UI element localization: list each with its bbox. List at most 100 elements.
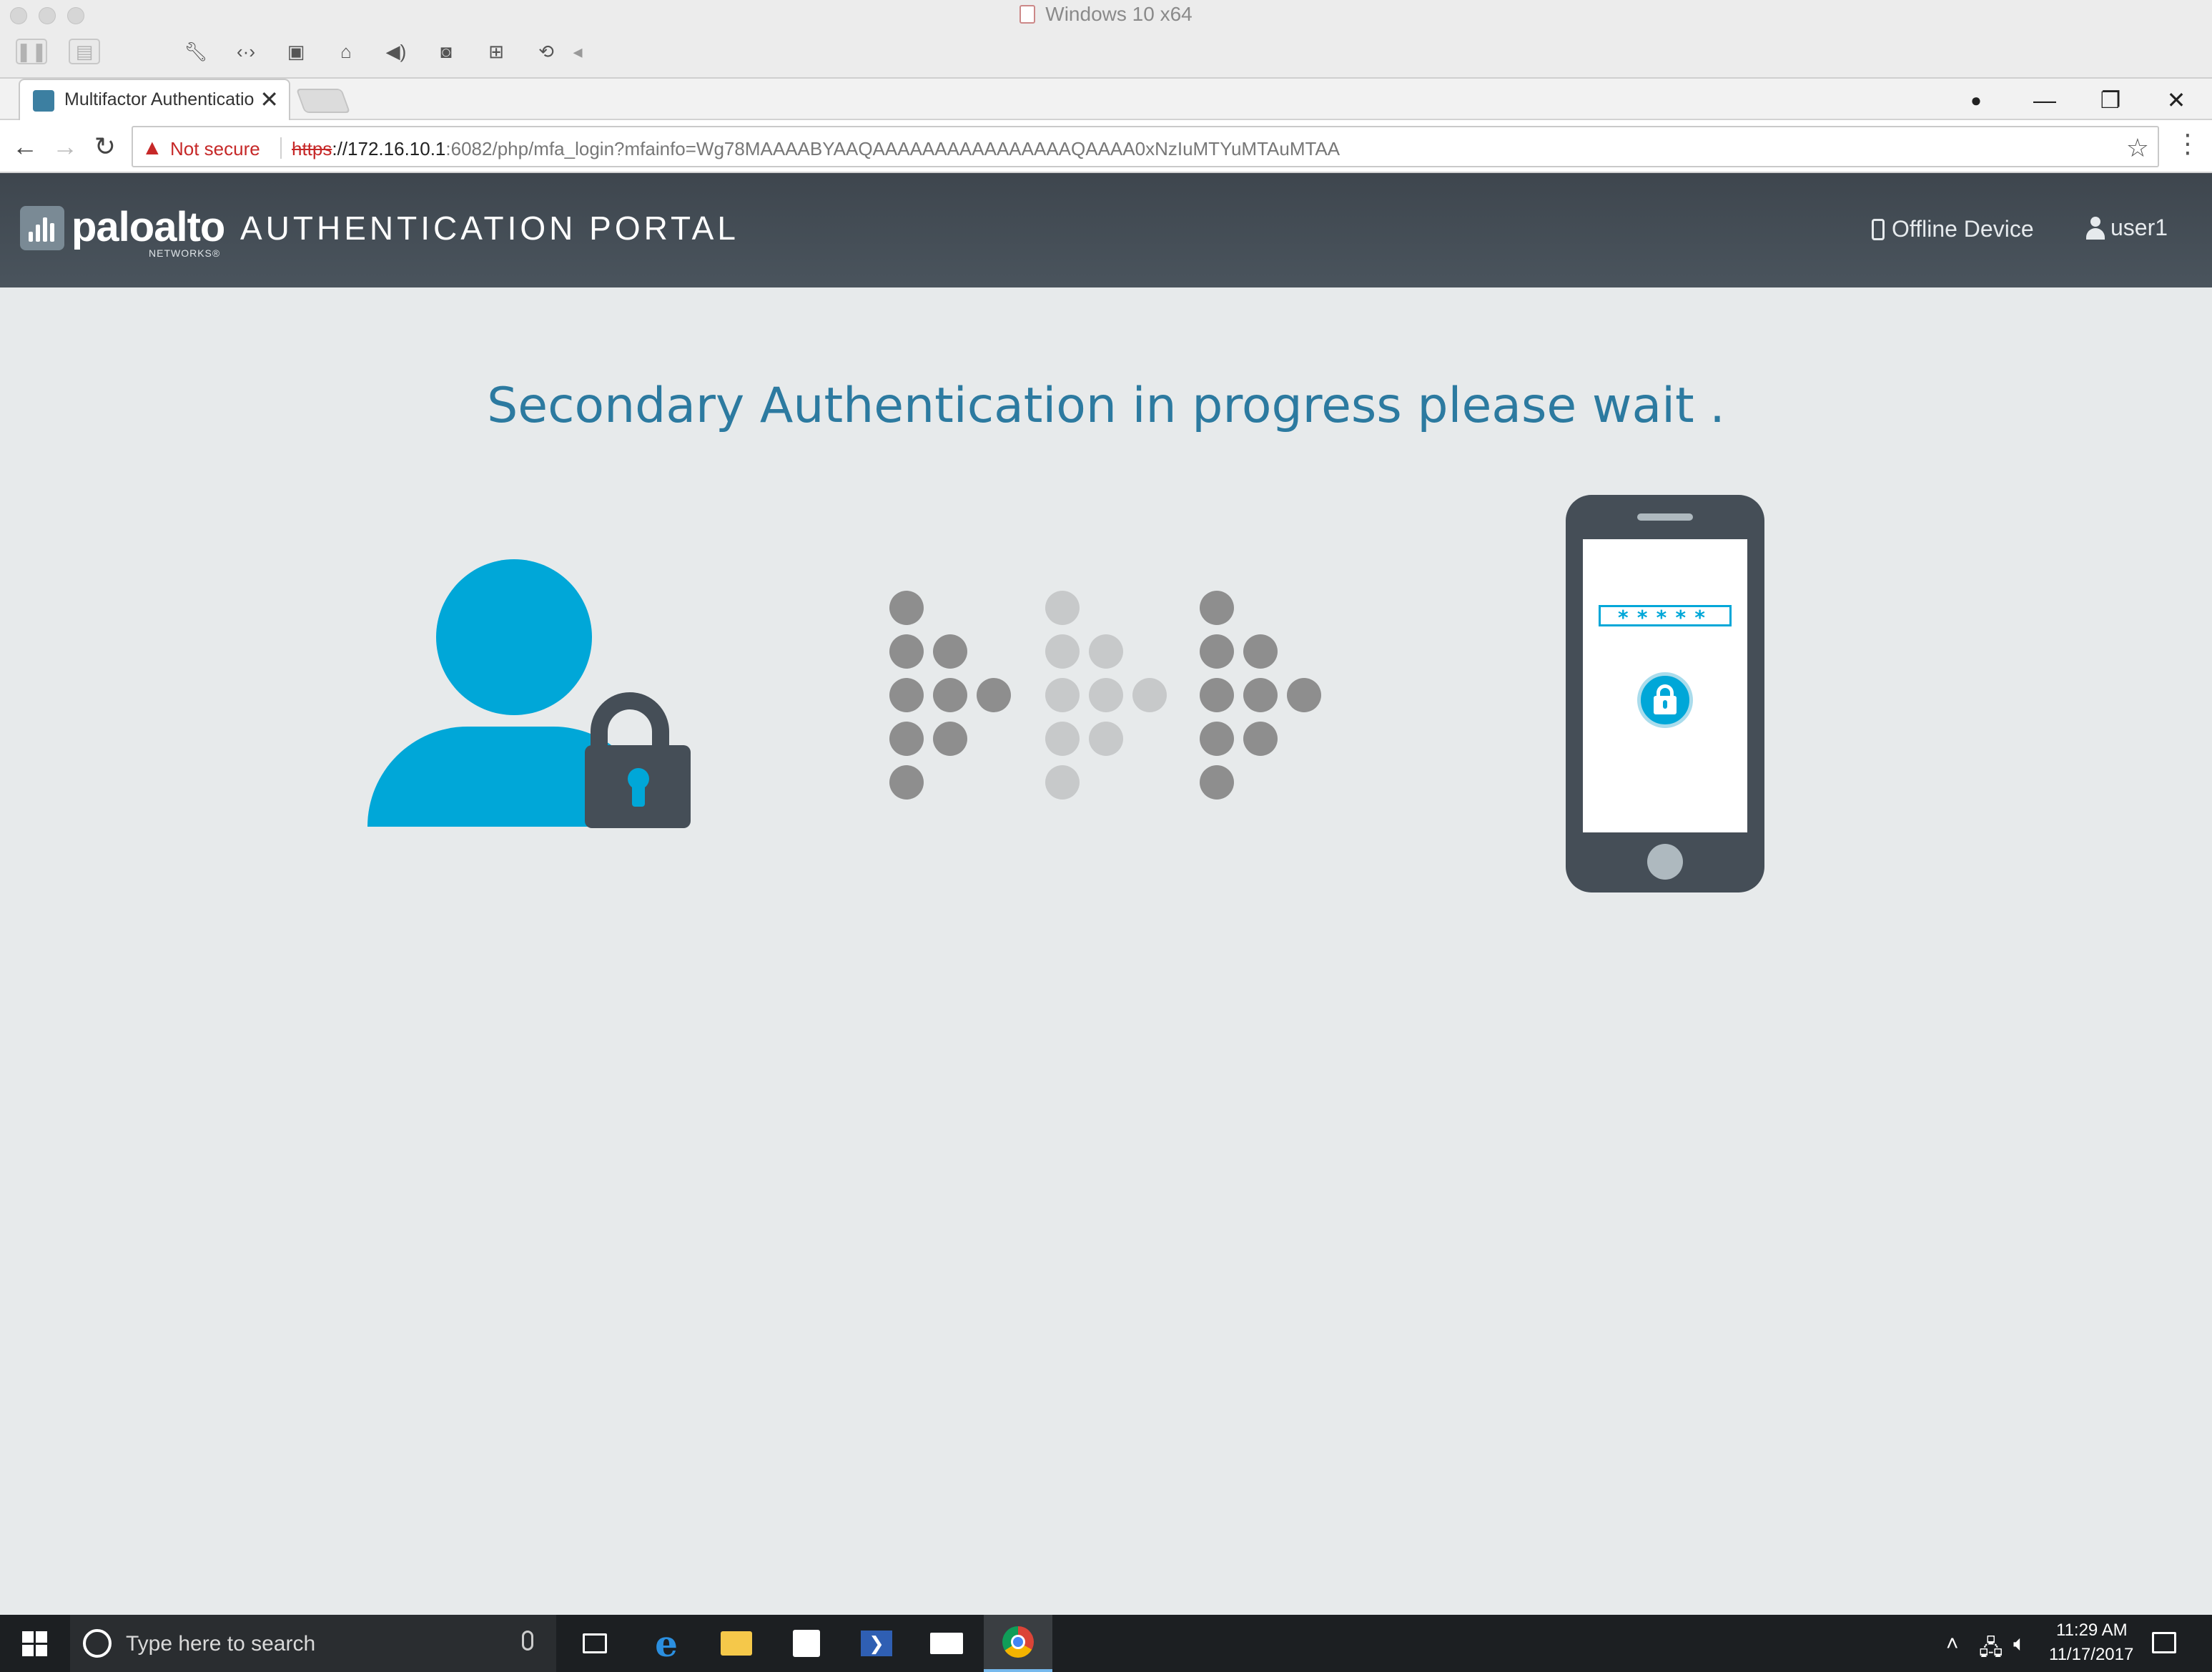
progress-dot [1045,678,1080,712]
progress-dot [933,678,967,712]
edge-icon[interactable]: e [632,1615,701,1672]
security-indicator[interactable]: Not secure [170,138,260,160]
username: user1 [2110,215,2168,240]
progress-dot [1243,722,1278,756]
progress-arrow-icon [1200,591,1343,805]
settings-wrench-icon[interactable]: 🔧︎ [180,39,212,64]
mail-icon[interactable] [912,1615,981,1672]
close-icon[interactable]: ✕ [2155,84,2198,116]
logo-subtext: NETWORKS® [149,247,221,259]
progress-dot [889,634,924,669]
powershell-icon[interactable]: ❯ [842,1615,911,1672]
progress-dot [1243,678,1278,712]
lock-icon [1637,672,1693,728]
progress-dot [1045,591,1080,625]
profile-icon[interactable]: ● [1955,84,1998,116]
portal-title: AUTHENTICATION PORTAL [240,210,739,247]
progress-dot [1200,591,1234,625]
vm-window-bar: Windows 10 x64 ❚❚ ▤ 🔧︎ ‹·› ▣ ⌂ ◀) ◙ ⊞ ⟲ … [0,0,2212,79]
progress-dot [889,678,924,712]
bookmark-star-icon[interactable]: ☆ [2126,133,2149,163]
browser-menu-icon[interactable]: ⋮ [2173,129,2202,159]
windows-logo-icon [21,1631,47,1656]
snapshot-icon[interactable]: ▤ [69,39,100,64]
progress-dot [1045,634,1080,669]
search-placeholder: Type here to search [126,1632,316,1656]
hdd-icon[interactable]: ▣ [280,39,312,64]
restore-icon[interactable]: ❐ [2089,84,2132,116]
offline-device-label: Offline Device [1892,216,2034,242]
mobile-phone-icon: ***** [1566,495,1764,892]
start-button[interactable] [0,1615,69,1672]
pause-icon[interactable]: ❚❚ [16,39,47,64]
progress-dot [889,591,924,625]
mobile-phone-icon [1872,219,1885,240]
taskbar-search[interactable]: Type here to search [70,1615,556,1672]
chevron-up-icon[interactable]: ˄ [1946,1632,1959,1656]
progress-dot [1045,765,1080,800]
progress-dot [933,722,967,756]
progress-dot [1200,678,1234,712]
file-explorer-icon[interactable] [702,1615,771,1672]
paloalto-logo-icon [20,206,64,250]
sound-icon[interactable]: ◀) [380,39,412,64]
microphone-icon[interactable] [522,1631,533,1651]
cortana-icon [83,1629,112,1658]
camera-icon[interactable]: ◙ [430,39,462,64]
volume-icon[interactable]: 🔈︎ [2013,1632,2026,1656]
warning-icon: ▲ [142,136,163,159]
collapse-arrow-icon[interactable]: ◂ [569,39,586,64]
action-center-icon[interactable] [2152,1632,2176,1653]
progress-arrow-icon [1045,591,1188,805]
chrome-icon[interactable] [984,1615,1052,1672]
task-view-icon[interactable] [561,1615,629,1672]
progress-dot [1200,765,1234,800]
minimize-icon[interactable]: — [2023,84,2066,116]
progress-dot [1089,722,1123,756]
clock-date[interactable]: 11/17/2017 [2049,1645,2133,1665]
tab-strip: Multifactor Authenticatio ✕ ● — ❐ ✕ [0,79,2212,120]
network-icon[interactable]: 🖧︎ [1979,1632,2003,1668]
back-icon[interactable]: ← [7,129,43,164]
progress-arrow-icon [889,591,1032,805]
user-menu[interactable]: user1 [2085,215,2168,241]
progress-dot [1243,634,1278,669]
browser-toolbar: ← → ↻ ▲ Not secure https://172.16.10.1:6… [0,120,2212,173]
user-icon [2085,217,2106,240]
vm-icon [1019,5,1036,24]
status-message: Secondary Authentication in progress ple… [487,378,1725,434]
tab-title: Multifactor Authenticatio [64,89,255,109]
new-tab-button[interactable] [295,89,351,113]
url-text[interactable]: https://172.16.10.1:6082/php/mfa_login?m… [292,138,1340,160]
tab-close-icon[interactable]: ✕ [260,86,279,113]
progress-dot [977,678,1011,712]
offline-device-link[interactable]: Offline Device [1872,216,2034,242]
shared-folder-icon[interactable]: ⟲ [530,39,562,64]
forward-icon[interactable]: → [47,129,83,164]
url-scheme: https [292,138,332,159]
progress-dot [1200,722,1234,756]
store-icon[interactable] [772,1615,841,1672]
progress-dot [889,765,924,800]
password-mask: ***** [1599,605,1732,629]
progress-dot [1200,634,1234,669]
tab-multifactor-authentication[interactable]: Multifactor Authenticatio ✕ [19,79,290,120]
omnibox-separator [280,137,282,159]
logo-text: paloalto [71,204,225,250]
network-icon[interactable]: ‹·› [230,39,262,64]
progress-dot [933,634,967,669]
printer-icon[interactable]: ⌂ [330,39,362,64]
usb-icon[interactable]: ⊞ [480,39,512,64]
reload-icon[interactable]: ↻ [87,129,123,164]
vm-title: Windows 10 x64 [0,3,2212,26]
url-host: ://172.16.10.1 [332,138,446,159]
progress-dot [1089,678,1123,712]
progress-dot [1132,678,1167,712]
windows-taskbar: Type here to search e ❯ ˄ 🖧︎ 🔈︎ 11:29 AM… [0,1615,2212,1672]
progress-dot [1089,634,1123,669]
portal-header: paloalto NETWORKS® AUTHENTICATION PORTAL… [0,173,2212,287]
progress-dot [1287,678,1321,712]
address-bar[interactable]: ▲ Not secure https://172.16.10.1:6082/ph… [132,126,2159,167]
main-content: Secondary Authentication in progress ple… [0,287,2212,1615]
clock-time[interactable]: 11:29 AM [2056,1621,2128,1641]
